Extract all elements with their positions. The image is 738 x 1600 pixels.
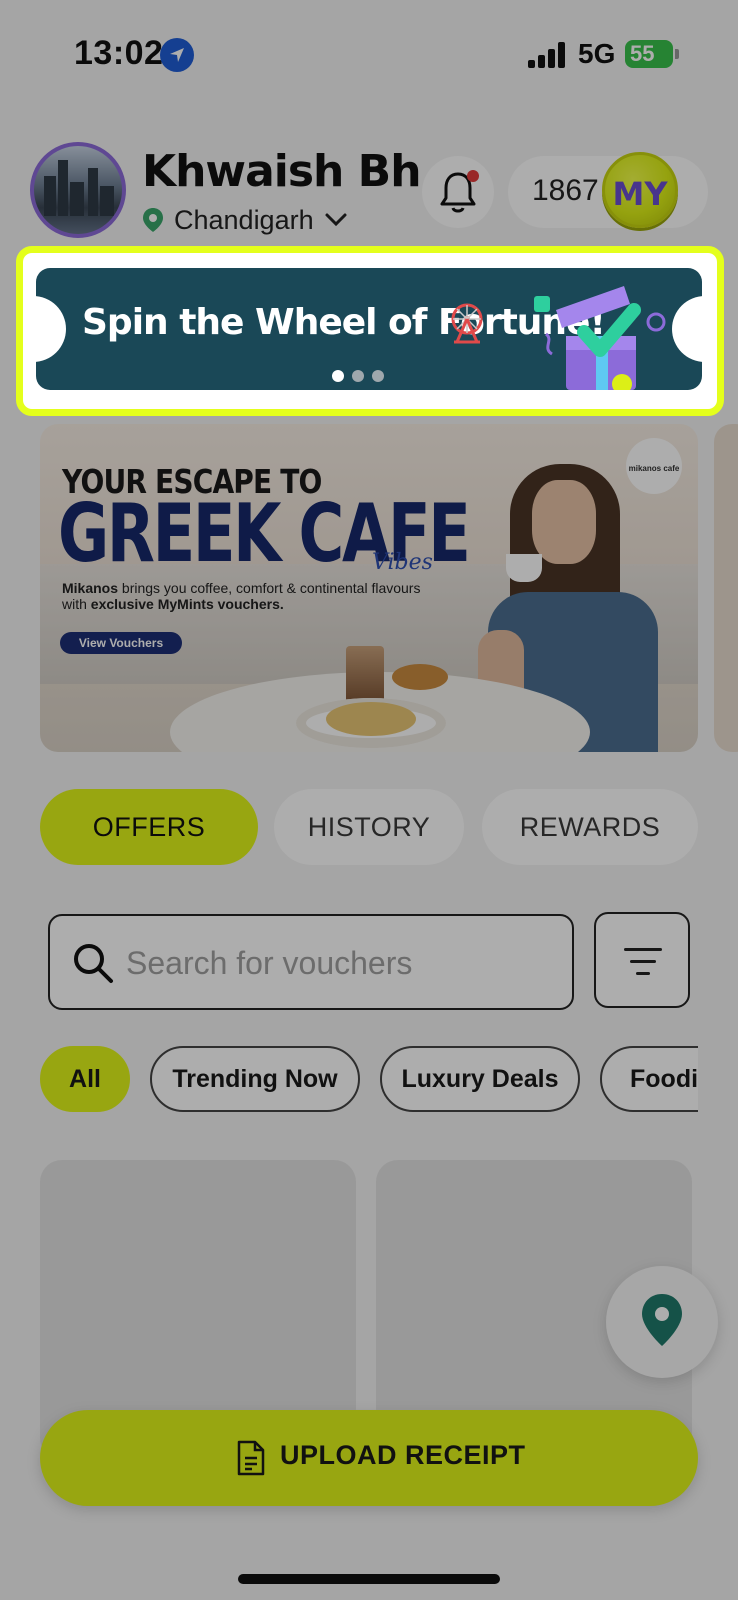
chevron-down-icon bbox=[325, 213, 347, 227]
upload-receipt-button[interactable]: UPLOAD RECEIPT bbox=[40, 1410, 698, 1506]
city-selector[interactable]: Chandigarh bbox=[142, 202, 348, 238]
promo-description: Mikanos brings you coffee, comfort & con… bbox=[62, 580, 421, 612]
tab-offers[interactable]: OFFERS bbox=[40, 789, 258, 865]
battery-level: 55 bbox=[630, 41, 655, 66]
ferris-wheel-icon bbox=[451, 303, 483, 344]
category-chips: All Trending Now Luxury Deals Foodie bbox=[40, 1046, 698, 1112]
battery-icon: 55 bbox=[625, 40, 673, 68]
cafe-logo: mikanos cafe bbox=[626, 438, 682, 494]
search-box[interactable] bbox=[48, 914, 574, 1010]
location-pin-icon bbox=[143, 208, 163, 232]
status-bar: 13:02 5G 55 bbox=[0, 0, 738, 110]
carousel-dot bbox=[372, 370, 384, 382]
carousel-dots bbox=[332, 370, 384, 382]
ticket-notch-right bbox=[672, 296, 702, 362]
tab-history[interactable]: HISTORY bbox=[274, 789, 464, 865]
search-input[interactable] bbox=[126, 938, 546, 988]
chip-all[interactable]: All bbox=[40, 1046, 130, 1112]
carousel-dot-active bbox=[332, 370, 344, 382]
view-vouchers-button[interactable]: View Vouchers bbox=[60, 632, 182, 654]
promo-banner[interactable]: mikanos cafe YOUR ESCAPE TO GREEK CAFE V… bbox=[40, 424, 698, 752]
notification-dot bbox=[467, 170, 479, 182]
notifications-button[interactable] bbox=[422, 156, 494, 228]
map-button[interactable] bbox=[606, 1266, 718, 1378]
location-arrow-icon bbox=[160, 38, 194, 72]
network-type: 5G bbox=[578, 38, 616, 69]
user-name: Khwaish Bhas... bbox=[142, 146, 422, 197]
status-time: 13:02 bbox=[74, 34, 164, 72]
promo-headline-script: Vibes bbox=[372, 550, 433, 575]
battery-cap bbox=[675, 49, 679, 59]
signal-icon bbox=[528, 42, 566, 68]
filter-button[interactable] bbox=[594, 912, 690, 1008]
tab-rewards[interactable]: REWARDS bbox=[482, 789, 698, 865]
upload-receipt-label: UPLOAD RECEIPT bbox=[280, 1440, 526, 1470]
coin-label: MY bbox=[612, 175, 668, 213]
search-icon bbox=[74, 944, 113, 983]
map-pin-icon bbox=[642, 1294, 682, 1346]
home-indicator[interactable] bbox=[238, 1574, 500, 1584]
ticket-notch-left bbox=[36, 296, 66, 362]
receipt-icon bbox=[237, 1440, 265, 1476]
gift-box-icon bbox=[534, 286, 666, 390]
city-name: Chandigarh bbox=[174, 204, 314, 235]
mymints-coin-icon: MY bbox=[602, 152, 678, 228]
chip-luxury-deals[interactable]: Luxury Deals bbox=[380, 1046, 580, 1112]
chip-trending-now[interactable]: Trending Now bbox=[150, 1046, 360, 1112]
carousel-dot bbox=[352, 370, 364, 382]
chip-foodie[interactable]: Foodie bbox=[600, 1046, 698, 1112]
points-value: 1867 bbox=[532, 174, 599, 207]
avatar[interactable] bbox=[30, 142, 126, 238]
next-promo-peek[interactable] bbox=[714, 424, 738, 752]
spin-wheel-banner[interactable]: Spin the Wheel of Fortune! bbox=[36, 268, 702, 390]
